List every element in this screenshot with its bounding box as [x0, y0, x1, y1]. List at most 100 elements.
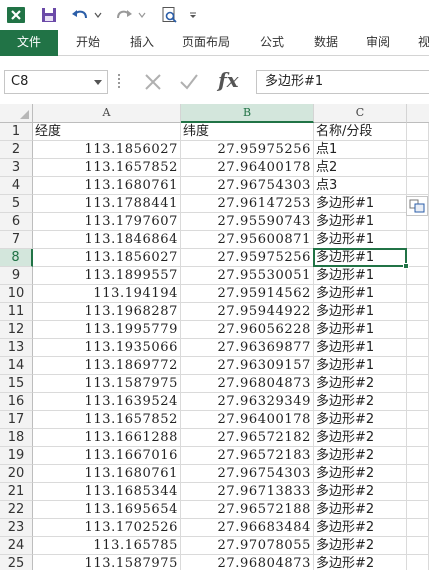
cell-name[interactable]: 多边形#1: [314, 213, 407, 231]
tab-page-layout[interactable]: 页面布局: [182, 30, 230, 56]
cell-longitude[interactable]: 113.165785: [33, 537, 181, 555]
redo-icon[interactable]: [114, 4, 134, 26]
row-header[interactable]: 4: [0, 177, 33, 195]
row-header[interactable]: 23: [0, 519, 33, 537]
print-preview-icon[interactable]: [160, 4, 178, 26]
cell-name[interactable]: 多边形#1: [314, 249, 407, 267]
tab-insert[interactable]: 插入: [130, 30, 154, 56]
cell-longitude[interactable]: 113.1846864: [33, 231, 181, 249]
cell-empty[interactable]: [407, 177, 429, 195]
cell-latitude[interactable]: 27.96572188: [181, 501, 314, 519]
row-header[interactable]: 16: [0, 393, 33, 411]
row-header[interactable]: 10: [0, 285, 33, 303]
cell-name[interactable]: 多边形#1: [314, 195, 407, 213]
row-header[interactable]: 15: [0, 375, 33, 393]
cell-name[interactable]: 多边形#2: [314, 537, 407, 555]
cell-empty[interactable]: [407, 141, 429, 159]
cell-name[interactable]: 多边形#2: [314, 447, 407, 465]
cell-longitude[interactable]: 113.194194: [33, 285, 181, 303]
cell-empty[interactable]: [407, 555, 429, 570]
cell-name[interactable]: 多边形#1: [314, 357, 407, 375]
cell-longitude[interactable]: 113.1685344: [33, 483, 181, 501]
cell-name[interactable]: 多边形#2: [314, 555, 407, 570]
cell-empty[interactable]: [407, 249, 429, 267]
cell-latitude[interactable]: 27.96400178: [181, 411, 314, 429]
row-header[interactable]: 24: [0, 537, 33, 555]
cell-latitude[interactable]: 27.95530051: [181, 267, 314, 285]
cell-name[interactable]: 多边形#2: [314, 411, 407, 429]
cell-name[interactable]: 点2: [314, 159, 407, 177]
row-header[interactable]: 18: [0, 429, 33, 447]
row-header[interactable]: 20: [0, 465, 33, 483]
enter-icon[interactable]: [178, 72, 200, 95]
formula-input[interactable]: 多边形#1: [256, 70, 429, 94]
cell-name[interactable]: 多边形#1: [314, 321, 407, 339]
cell-name[interactable]: 名称/分段: [314, 123, 407, 141]
cell-longitude[interactable]: 113.1702526: [33, 519, 181, 537]
cell-name[interactable]: 多边形#1: [314, 231, 407, 249]
insert-function-icon[interactable]: fx: [218, 68, 239, 92]
cell-name[interactable]: 多边形#1: [314, 339, 407, 357]
cell-empty[interactable]: [407, 483, 429, 501]
row-header[interactable]: 21: [0, 483, 33, 501]
cell-longitude[interactable]: 113.1680761: [33, 465, 181, 483]
cell-name[interactable]: 多边形#2: [314, 429, 407, 447]
customize-icon[interactable]: [188, 4, 198, 26]
cell-longitude[interactable]: 113.1995779: [33, 321, 181, 339]
cell-longitude[interactable]: 113.1657852: [33, 159, 181, 177]
cell-longitude[interactable]: 经度: [33, 123, 181, 141]
tab-review[interactable]: 审阅: [366, 30, 390, 56]
cell-name[interactable]: 多边形#1: [314, 303, 407, 321]
cell-name[interactable]: 多边形#2: [314, 393, 407, 411]
cell-empty[interactable]: [407, 231, 429, 249]
column-header-c[interactable]: C: [314, 104, 407, 123]
row-header[interactable]: 13: [0, 339, 33, 357]
tab-formulas[interactable]: 公式: [260, 30, 284, 56]
cell-name[interactable]: 多边形#2: [314, 483, 407, 501]
cell-name[interactable]: 多边形#2: [314, 465, 407, 483]
cell-longitude[interactable]: 113.1797607: [33, 213, 181, 231]
cell-latitude[interactable]: 27.96369877: [181, 339, 314, 357]
cell-latitude[interactable]: 27.96804873: [181, 555, 314, 570]
cell-latitude[interactable]: 27.95944922: [181, 303, 314, 321]
cell-latitude[interactable]: 27.96713833: [181, 483, 314, 501]
row-header[interactable]: 19: [0, 447, 33, 465]
row-header[interactable]: 3: [0, 159, 33, 177]
cell-latitude[interactable]: 27.96683484: [181, 519, 314, 537]
cell-longitude[interactable]: 113.1661288: [33, 429, 181, 447]
cell-empty[interactable]: [407, 429, 429, 447]
row-header[interactable]: 2: [0, 141, 33, 159]
cell-empty[interactable]: [407, 285, 429, 303]
tab-home[interactable]: 开始: [76, 30, 100, 56]
cell-longitude[interactable]: 113.1856027: [33, 141, 181, 159]
cell-name[interactable]: 多边形#2: [314, 375, 407, 393]
cell-longitude[interactable]: 113.1587975: [33, 555, 181, 570]
cell-empty[interactable]: [407, 339, 429, 357]
row-header[interactable]: 1: [0, 123, 33, 141]
cell-empty[interactable]: [407, 393, 429, 411]
cell-longitude[interactable]: 113.1968287: [33, 303, 181, 321]
cell-longitude[interactable]: 113.1667016: [33, 447, 181, 465]
cell-longitude[interactable]: 113.1899557: [33, 267, 181, 285]
column-header-d[interactable]: [407, 104, 429, 123]
cell-latitude[interactable]: 27.96056228: [181, 321, 314, 339]
cell-longitude[interactable]: 113.1587975: [33, 375, 181, 393]
cell-empty[interactable]: [407, 519, 429, 537]
cell-latitude[interactable]: 纬度: [181, 123, 314, 141]
name-box[interactable]: C8: [4, 70, 108, 94]
cell-latitude[interactable]: 27.96329349: [181, 393, 314, 411]
tab-file[interactable]: 文件: [0, 30, 58, 56]
cell-latitude[interactable]: 27.95975256: [181, 141, 314, 159]
cell-empty[interactable]: [407, 537, 429, 555]
undo-dropdown-icon[interactable]: [94, 4, 102, 26]
cell-latitude[interactable]: 27.96147253: [181, 195, 314, 213]
cell-empty[interactable]: [407, 465, 429, 483]
cell-longitude[interactable]: 113.1856027: [33, 249, 181, 267]
cell-longitude[interactable]: 113.1788441: [33, 195, 181, 213]
row-header[interactable]: 22: [0, 501, 33, 519]
cell-longitude[interactable]: 113.1657852: [33, 411, 181, 429]
cell-empty[interactable]: [407, 501, 429, 519]
undo-icon[interactable]: [70, 4, 90, 26]
cell-empty[interactable]: [407, 411, 429, 429]
cell-empty[interactable]: [407, 303, 429, 321]
